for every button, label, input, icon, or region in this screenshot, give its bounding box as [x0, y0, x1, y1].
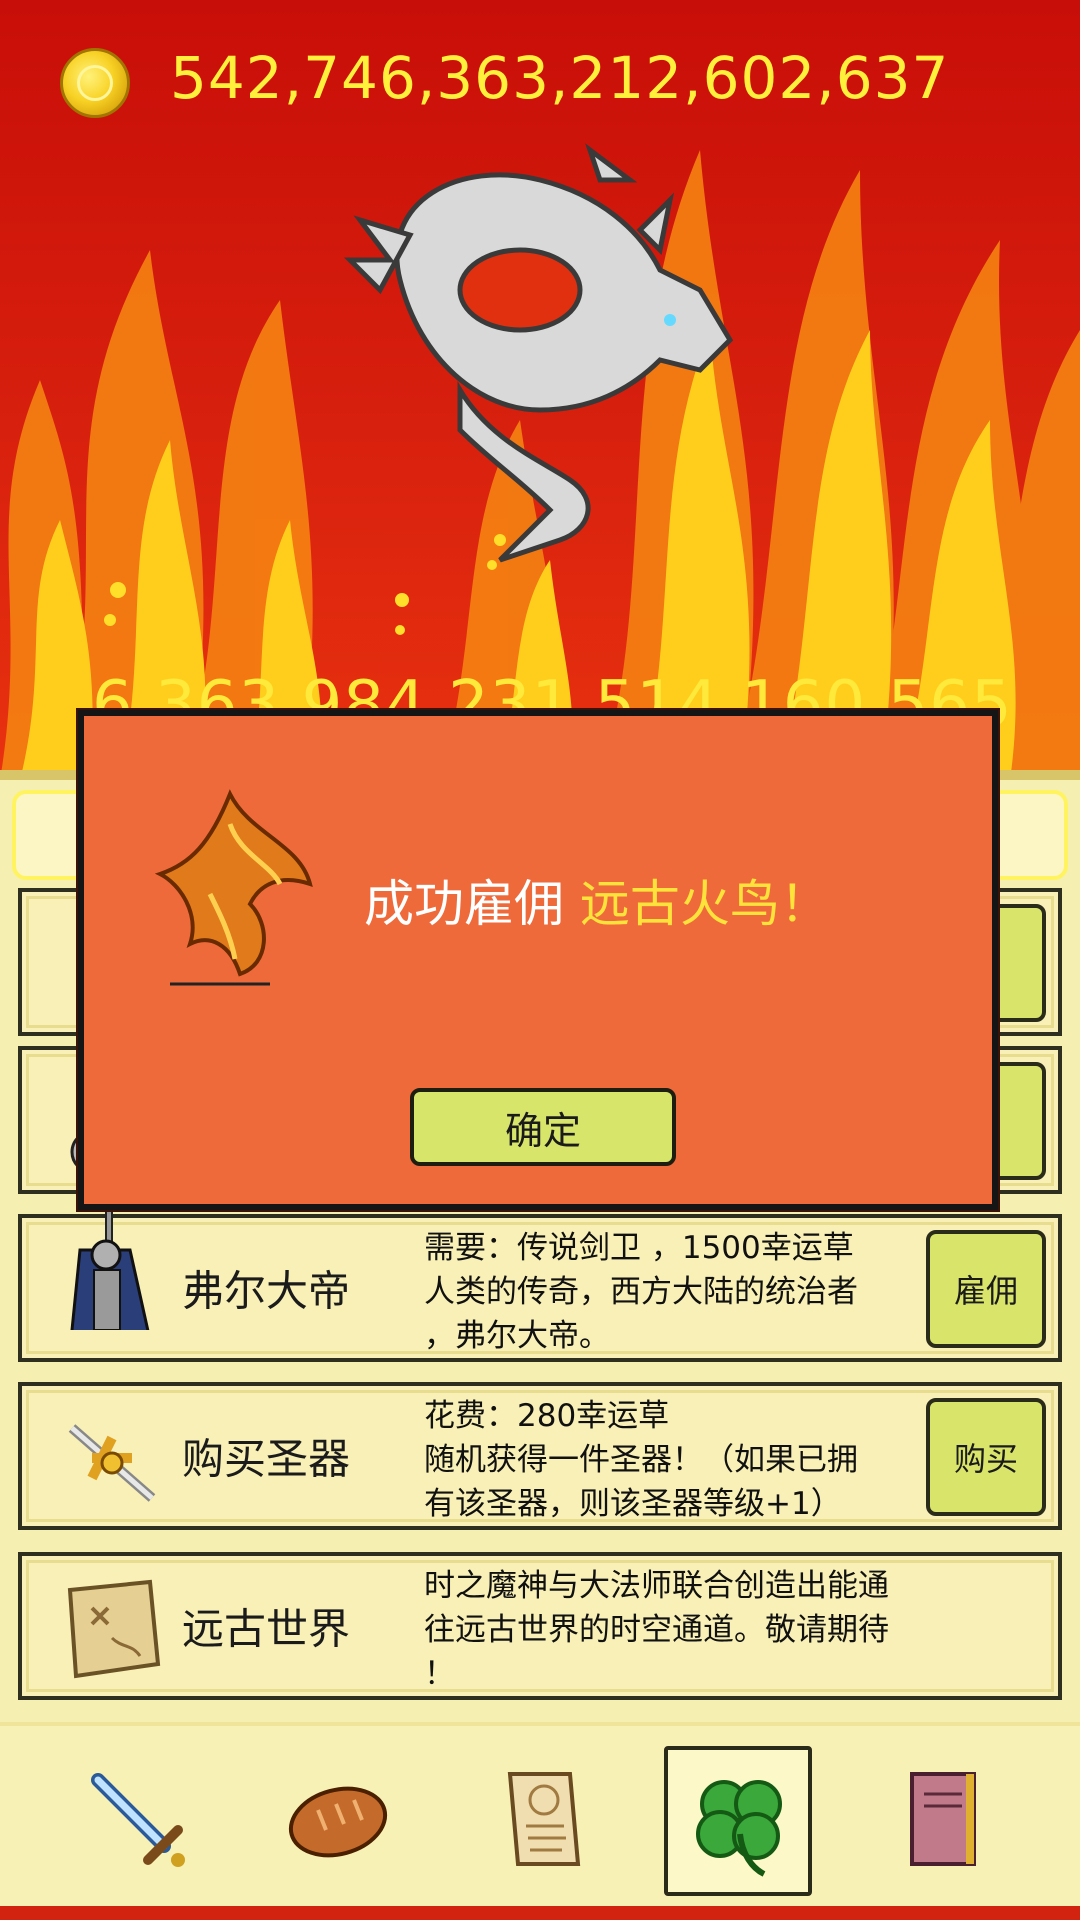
nav-tab-food[interactable]: [264, 1746, 412, 1896]
map-icon: [67, 1579, 161, 1679]
hire-button[interactable]: 雇佣: [926, 1230, 1046, 1348]
item-name: 购买圣器: [182, 1434, 351, 1484]
silver-dragon-boss[interactable]: [340, 140, 760, 580]
shop-row-artifact: 购买圣器 花费：280幸运草 随机获得一件圣器！（如果已拥 有该圣器，则该圣器等…: [18, 1382, 1062, 1530]
desc-line: ！: [424, 1656, 455, 1692]
bottom-navigation: [0, 1722, 1080, 1920]
gold-counter: 542,746,363,212,602,637: [170, 44, 950, 112]
desc-line: 需要：传说剑卫 ，1500幸运草: [424, 1230, 854, 1266]
hired-hero-name: 远古火鸟: [579, 875, 780, 933]
desc-line: 花费：280幸运草: [424, 1398, 670, 1434]
book-icon: [910, 1772, 976, 1866]
nav-tab-quests[interactable]: [468, 1746, 616, 1896]
desc-line: 时之魔神与大法师联合创造出能通: [424, 1568, 889, 1604]
clover-icon: [696, 1780, 782, 1877]
desc-line: 往远古世界的时空通道。敬请期待: [424, 1612, 889, 1648]
hire-success-dialog: 成功雇佣 远古火鸟！ 确定: [78, 710, 998, 1210]
item-description: 花费：280幸运草 随机获得一件圣器！（如果已拥 有该圣器，则该圣器等级+1）: [424, 1394, 944, 1526]
desc-line: ，弗尔大帝。: [424, 1318, 610, 1354]
shop-row-emperor: 弗尔大帝 需要：传说剑卫 ，1500幸运草 人类的传奇，西方大陆的统治者 ，弗尔…: [18, 1210, 1062, 1362]
boss-scene[interactable]: 542,746,363,212,602,637 6,363,984,231,51…: [0, 0, 1080, 780]
emperor-knight-icon: [70, 1210, 150, 1330]
item-description: 时之魔神与大法师联合创造出能通 往远古世界的时空通道。敬请期待 ！: [424, 1564, 944, 1696]
phoenix-icon: [154, 789, 313, 986]
hire-success-message: 成功雇佣 远古火鸟！: [364, 864, 830, 936]
bread-icon: [288, 1786, 388, 1858]
gold-coin-icon: [60, 48, 130, 118]
desc-line: 人类的传奇，西方大陆的统治者: [424, 1274, 858, 1310]
nav-tab-codex[interactable]: [868, 1746, 1016, 1896]
shop-row-ancient-world: 远古世界 时之魔神与大法师联合创造出能通 往远古世界的时空通道。敬请期待 ！: [18, 1552, 1062, 1700]
nav-tab-weapons[interactable]: [64, 1746, 212, 1896]
buy-button[interactable]: 购买: [926, 1398, 1046, 1516]
nav-tab-clover-shop[interactable]: [664, 1746, 812, 1896]
desc-line: 有该圣器，则该圣器等级+1）: [424, 1486, 842, 1522]
desc-line: 随机获得一件圣器！（如果已拥: [424, 1442, 858, 1478]
message-suffix: ！: [779, 875, 830, 933]
hero-description: 需要：传说剑卫 ，1500幸运草 人类的传奇，西方大陆的统治者 ，弗尔大帝。: [424, 1226, 944, 1358]
hero-name: 弗尔大帝: [182, 1266, 351, 1316]
scroll-icon: [507, 1772, 581, 1866]
bottom-edge: [0, 1906, 1080, 1920]
message-prefix: 成功雇佣: [364, 875, 580, 933]
item-name: 远古世界: [182, 1604, 351, 1654]
holy-artifact-icon: [68, 1424, 156, 1502]
sword-icon: [91, 1773, 185, 1867]
confirm-button[interactable]: 确定: [410, 1088, 676, 1166]
